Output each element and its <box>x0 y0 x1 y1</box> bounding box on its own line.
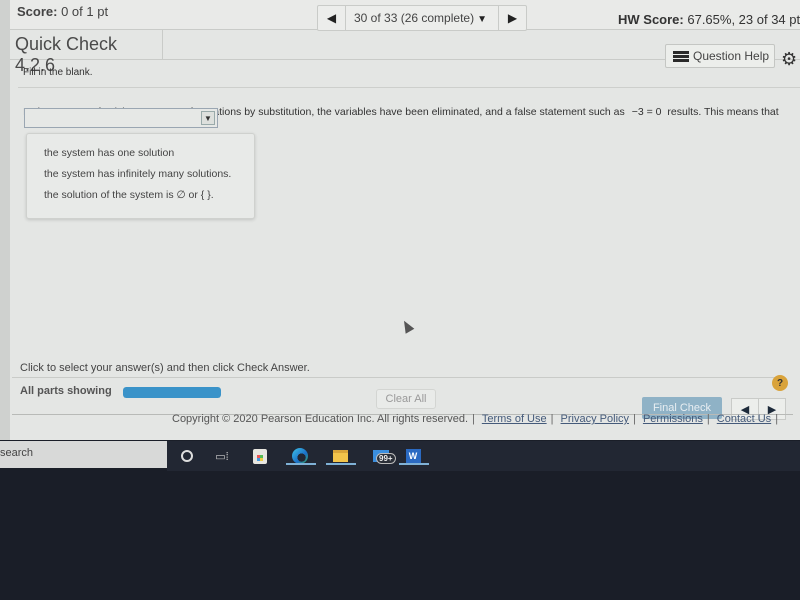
mail-icon[interactable]: 99+ <box>371 447 396 465</box>
answer-option-one-solution[interactable]: the system has one solution <box>27 144 254 165</box>
next-question-button[interactable]: ▶ <box>498 6 526 30</box>
score-label: Score: <box>17 4 58 19</box>
taskbar: ▭⁞ 99+ W <box>167 441 800 471</box>
instruction-bottom: Click to select your answer(s) and then … <box>20 362 310 374</box>
question-text-after: results. This means that <box>667 106 779 118</box>
answer-dropdown[interactable]: ▼ <box>24 108 218 128</box>
answer-option-empty-set[interactable]: the solution of the system is ∅ or { }. <box>27 186 254 207</box>
question-navigator: ◀ 30 of 33 (26 complete) ▼ ▶ <box>317 5 527 31</box>
help-icon[interactable]: ? <box>772 375 788 391</box>
list-icon <box>673 50 689 62</box>
gear-icon[interactable]: ⚙ <box>781 49 797 70</box>
left-gutter <box>0 0 10 440</box>
copyright: Copyright © 2020 Pearson Education Inc. … <box>172 413 469 425</box>
previous-question-button[interactable]: ◀ <box>318 6 346 30</box>
hw-score: HW Score: 67.65%, 23 of 34 pts <box>618 12 800 27</box>
parts-label: All parts showing <box>20 385 112 397</box>
word-icon[interactable]: W <box>399 447 429 465</box>
browser-viewport: Score: 0 of 1 pt ◀ 30 of 33 (26 complete… <box>0 0 800 440</box>
footer: Copyright © 2020 Pearson Education Inc. … <box>172 413 779 425</box>
page-title: Quick Check 4.2.6 <box>10 30 163 75</box>
terms-of-use-link[interactable]: Terms of Use <box>482 413 547 425</box>
microsoft-store-icon[interactable] <box>250 447 270 465</box>
question-position-dropdown[interactable]: 30 of 33 (26 complete) ▼ <box>346 11 487 25</box>
triangle-right-icon: ▶ <box>507 11 518 25</box>
question-help-label: Question Help <box>693 49 770 63</box>
parts-progress-fill <box>123 387 221 398</box>
top-bar: Score: 0 of 1 pt ◀ 30 of 33 (26 complete… <box>10 0 800 31</box>
mouse-cursor-icon <box>399 318 415 334</box>
mail-badge: 99+ <box>376 453 396 464</box>
dropdown-arrow-icon[interactable]: ▼ <box>201 111 215 125</box>
hw-score-label: HW Score: <box>618 12 684 27</box>
triangle-left-icon: ◀ <box>326 11 337 25</box>
answer-option-infinite-solutions[interactable]: the system has infinitely many solutions… <box>27 165 254 186</box>
contact-us-link[interactable]: Contact Us <box>717 413 771 425</box>
taskbar-search-input[interactable]: search <box>0 441 167 468</box>
question-help-button[interactable]: Question Help <box>665 44 775 68</box>
score-value: 0 of 1 pt <box>61 4 109 19</box>
divider <box>18 87 800 88</box>
task-view-icon[interactable]: ▭⁞ <box>212 447 232 465</box>
file-explorer-icon[interactable] <box>326 447 356 465</box>
hw-score-value: 67.65%, 23 of 34 pts <box>687 12 800 27</box>
caret-down-icon: ▼ <box>477 14 487 25</box>
clear-all-button[interactable]: Clear All <box>376 389 436 409</box>
question-position: 30 of 33 (26 complete) <box>354 11 475 25</box>
instruction-fill-blank: Fill in the blank. <box>23 67 93 78</box>
edge-browser-icon[interactable] <box>286 447 316 465</box>
answer-options-menu: the system has one solution the system h… <box>26 133 255 219</box>
privacy-policy-link[interactable]: Privacy Policy <box>561 413 629 425</box>
permissions-link[interactable]: Permissions <box>643 413 703 425</box>
score: Score: 0 of 1 pt <box>17 4 108 19</box>
parts-progress-bar <box>123 387 221 398</box>
divider <box>12 377 782 378</box>
title-row: Quick Check 4.2.6 Question Help <box>10 30 800 75</box>
question-equation: −3 = 0 <box>631 106 662 118</box>
cortana-icon[interactable] <box>177 447 197 465</box>
